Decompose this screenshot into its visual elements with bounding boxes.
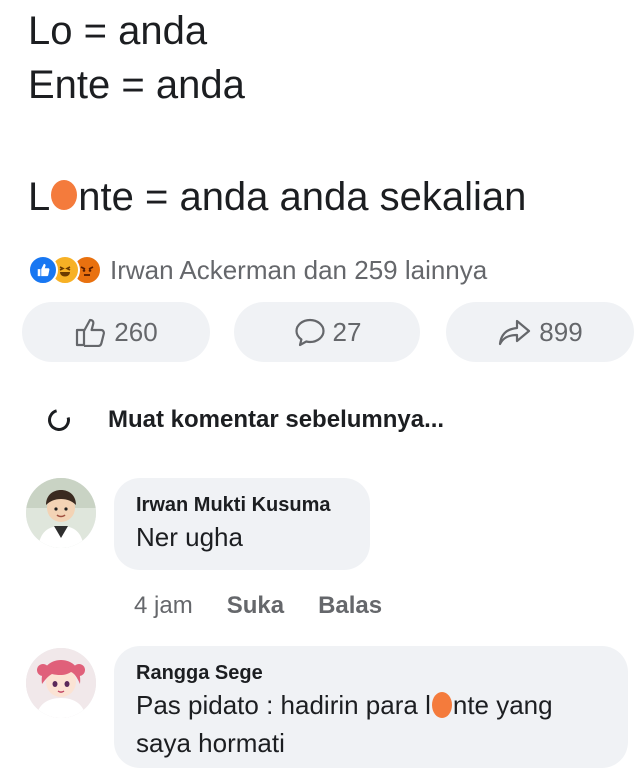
like-count: 260: [114, 316, 158, 347]
like-icon: [28, 255, 58, 285]
avatar[interactable]: [26, 478, 96, 548]
load-previous-comments[interactable]: Muat komentar sebelumnya...: [43, 398, 445, 442]
comment-icon: [294, 318, 325, 347]
comment-text: Ner ugha: [136, 522, 243, 552]
comment-text-prefix: Pas pidato : hadirin para l: [136, 690, 431, 720]
share-button[interactable]: 899: [446, 302, 634, 362]
comment-text: Pas pidato : hadirin para l nte yang: [136, 686, 606, 724]
avatar[interactable]: [26, 648, 96, 718]
comment-button[interactable]: 27: [234, 302, 420, 362]
comment-meta: 4 jam Suka Balas: [134, 586, 416, 626]
censor-blot: [431, 692, 452, 719]
post-line-3: Lnte = anda anda sekalian: [28, 170, 526, 224]
post-line-3-prefix: L: [28, 175, 51, 219]
like-button[interactable]: 260: [22, 302, 210, 362]
comment-author[interactable]: Rangga Sege: [136, 660, 606, 686]
comment-like-button[interactable]: Suka: [227, 592, 284, 620]
load-previous-label: Muat komentar sebelumnya...: [108, 406, 445, 433]
reactions-summary[interactable]: Irwan Ackerman dan 259 lainnya: [28, 250, 487, 290]
comment-text-line2: saya hormati: [136, 728, 285, 758]
post-line-1: Lo = anda: [28, 9, 208, 53]
censor-blot: [51, 180, 78, 211]
post-line-3-suffix: nte = anda anda sekalian: [78, 175, 527, 219]
share-icon: [499, 319, 531, 346]
comment-reply-button[interactable]: Balas: [318, 592, 382, 620]
comment-time[interactable]: 4 jam: [134, 592, 193, 620]
reactions-text: Irwan Ackerman dan 259 lainnya: [110, 254, 488, 285]
thumbs-up-icon: [76, 318, 106, 347]
comment-author[interactable]: Irwan Mukti Kusuma: [136, 492, 348, 518]
refresh-icon: [43, 404, 75, 436]
post-line-2: Ente = anda: [28, 63, 245, 107]
comment-bubble: Irwan Mukti Kusuma Ner ugha: [114, 478, 370, 570]
comment-bubble: Rangga Sege Pas pidato : hadirin para l n…: [114, 646, 628, 768]
share-count: 899: [539, 316, 583, 347]
comment-text-suffix: nte yang: [452, 690, 553, 720]
comment-count: 27: [332, 316, 362, 347]
